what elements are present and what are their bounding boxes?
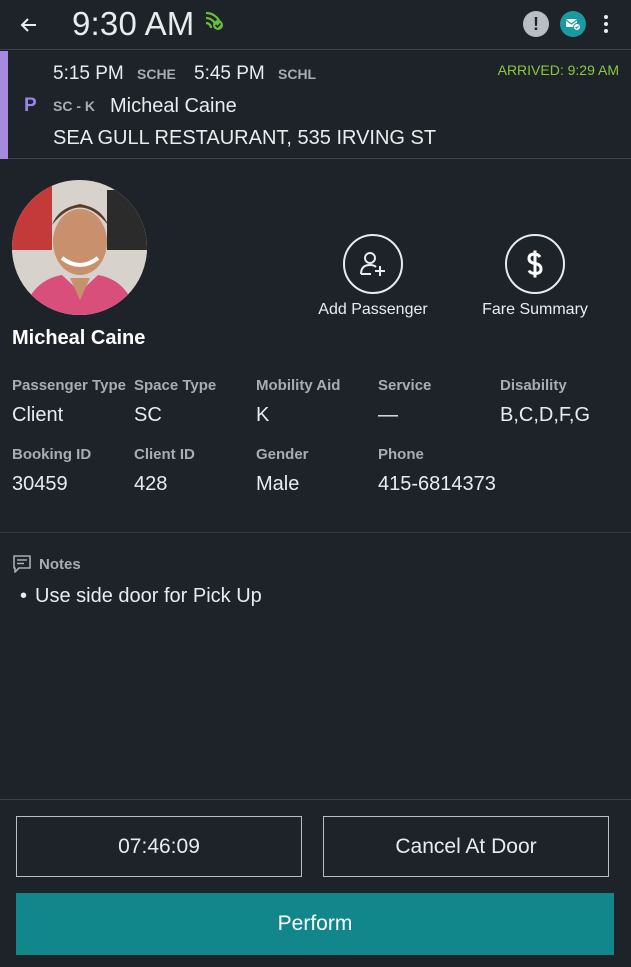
- dropoff-label: SCHL: [278, 66, 317, 82]
- back-button[interactable]: [14, 10, 44, 40]
- passenger-name: Micheal Caine: [12, 327, 146, 349]
- trip-type-letter: P: [24, 95, 37, 116]
- field-value-gender: Male: [256, 473, 300, 495]
- passenger-photo: [12, 180, 147, 315]
- field-label-client-id: Client ID: [134, 446, 195, 463]
- field-label-service: Service: [378, 377, 432, 394]
- field-label-gender: Gender: [256, 446, 309, 463]
- dropoff-time: 5:45 PM: [194, 63, 265, 84]
- field-value-passenger-type: Client: [12, 404, 64, 426]
- cancel-at-door-button[interactable]: Cancel At Door: [323, 816, 609, 877]
- trip-card[interactable]: 5:15 PM SCHE 5:45 PM SCHL ARRIVED: 9:29 …: [0, 51, 631, 159]
- trip-accent-bar: [0, 51, 8, 159]
- clock: 9:30 AM: [72, 5, 195, 42]
- notes-icon: [13, 555, 31, 573]
- note-item: Use side door for Pick Up: [35, 585, 262, 607]
- note-bullet: •: [20, 585, 28, 607]
- avatar: [12, 180, 147, 315]
- field-label-space-type: Space Type: [134, 377, 217, 394]
- trip-address: SEA GULL RESTAURANT, 535 IRVING ST: [53, 127, 437, 149]
- dollar-icon: [505, 234, 565, 294]
- section-divider: [0, 532, 631, 533]
- add-person-icon: [343, 234, 403, 294]
- envelope-icon: [565, 19, 581, 31]
- pickup-label: SCHE: [137, 66, 176, 82]
- space-code: SC - K: [53, 98, 95, 114]
- field-value-service: —: [378, 404, 398, 426]
- more-menu-icon[interactable]: [598, 12, 614, 36]
- back-arrow-icon: [20, 18, 36, 32]
- fare-summary-label: Fare Summary: [482, 301, 588, 318]
- field-label-phone: Phone: [378, 446, 424, 463]
- field-label-disability: Disability: [500, 377, 567, 394]
- trip-passenger-name: Micheal Caine: [110, 95, 237, 117]
- field-label-passenger-type: Passenger Type: [12, 377, 126, 394]
- bottom-divider: [0, 799, 631, 800]
- fare-summary-button[interactable]: Fare Summary: [460, 234, 610, 329]
- message-icon[interactable]: [560, 11, 586, 37]
- field-value-space-type: SC: [134, 404, 162, 426]
- pickup-time: 5:15 PM: [53, 63, 124, 84]
- status-bar: 9:30 AM !: [0, 0, 631, 50]
- field-label-mobility-aid: Mobility Aid: [256, 377, 341, 394]
- notes-title: Notes: [39, 556, 81, 573]
- gps-signal-icon: [205, 11, 223, 30]
- timer-button[interactable]: 07:46:09: [16, 816, 302, 877]
- perform-button[interactable]: Perform: [16, 893, 614, 955]
- field-value-mobility-aid: K: [256, 404, 270, 426]
- field-value-phone[interactable]: 415-6814373: [378, 473, 496, 496]
- alert-icon[interactable]: !: [523, 11, 549, 37]
- field-value-client-id: 428: [134, 473, 168, 495]
- add-passenger-button[interactable]: Add Passenger: [298, 234, 448, 329]
- field-value-booking-id: 30459: [12, 473, 68, 495]
- field-value-disability: B,C,D,F,G: [500, 404, 591, 426]
- arrival-status: ARRIVED: 9:29 AM: [497, 62, 619, 78]
- field-label-booking-id: Booking ID: [12, 446, 92, 463]
- add-passenger-label: Add Passenger: [318, 301, 428, 318]
